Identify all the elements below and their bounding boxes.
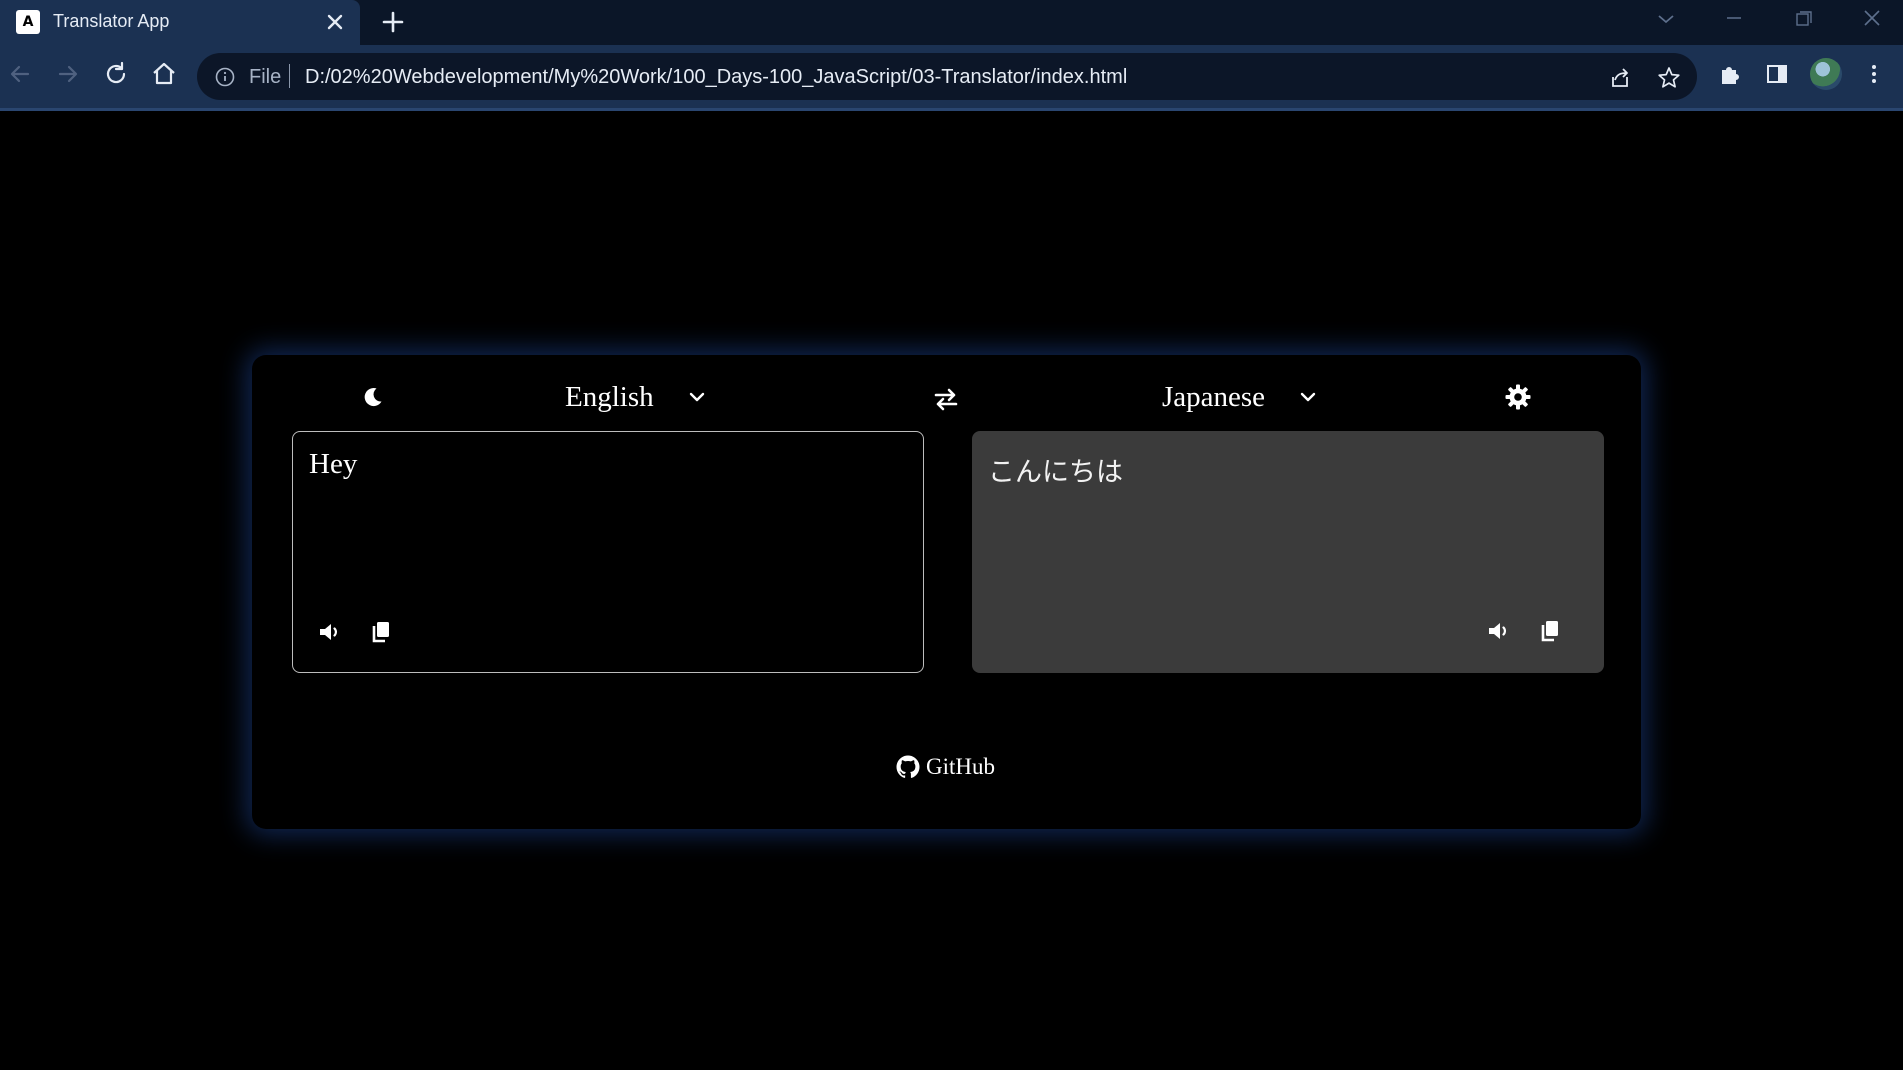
- copy-source-button[interactable]: [366, 617, 396, 647]
- minimize-icon[interactable]: [1714, 4, 1754, 34]
- source-text[interactable]: Hey: [309, 448, 357, 481]
- to-language-select[interactable]: Japanese: [1162, 379, 1317, 415]
- chevron-down-icon: [689, 392, 704, 402]
- copy-icon: [372, 622, 389, 643]
- translator-card: English Japanese Hey こんにちは GitHub: [252, 355, 1641, 829]
- url-scheme-label: File: [249, 66, 282, 88]
- from-language-label: English: [565, 380, 654, 413]
- extensions-icon[interactable]: [1716, 60, 1744, 88]
- swap-languages-button[interactable]: [926, 379, 966, 419]
- url-text[interactable]: D:/02%20Webdevelopment/My%20Work/100_Day…: [305, 66, 1127, 89]
- browser-menu-icon[interactable]: [1860, 60, 1888, 88]
- browser-tab[interactable]: A Translator App: [0, 0, 360, 45]
- forward-icon[interactable]: [52, 58, 84, 90]
- swap-arrows-icon: [934, 388, 958, 411]
- copy-icon: [1541, 621, 1558, 642]
- tab-strip: A Translator App: [0, 0, 1903, 45]
- address-bar[interactable]: File D:/02%20Webdevelopment/My%20Work/10…: [197, 53, 1697, 100]
- source-text-area[interactable]: Hey: [292, 431, 924, 673]
- omnibox-divider: [289, 64, 290, 88]
- close-window-icon[interactable]: [1852, 4, 1892, 34]
- favicon-icon: A: [16, 10, 40, 34]
- speaker-icon: [320, 624, 337, 640]
- speaker-icon: [1489, 623, 1506, 639]
- chevron-down-icon: [1300, 392, 1316, 402]
- from-language-select[interactable]: English: [565, 379, 706, 415]
- side-panel-icon[interactable]: [1763, 60, 1791, 88]
- translation-text-area[interactable]: こんにちは: [972, 431, 1604, 673]
- new-tab-icon[interactable]: [378, 7, 408, 37]
- close-tab-icon[interactable]: [322, 9, 348, 35]
- tab-search-icon[interactable]: [1646, 4, 1686, 34]
- tab-title: Translator App: [53, 11, 170, 31]
- home-icon[interactable]: [148, 58, 180, 90]
- theme-toggle-button[interactable]: [356, 380, 390, 414]
- bookmark-star-icon[interactable]: [1656, 65, 1682, 91]
- translator-controls: English Japanese: [252, 355, 1641, 435]
- to-language-label: Japanese: [1162, 380, 1266, 413]
- page: English Japanese Hey こんにちは GitHub: [0, 111, 1903, 1070]
- settings-button[interactable]: [1501, 380, 1535, 414]
- moon-icon: [364, 388, 382, 407]
- share-icon[interactable]: [1607, 65, 1633, 91]
- speak-translation-button[interactable]: [1484, 616, 1514, 646]
- back-icon[interactable]: [4, 58, 36, 90]
- gear-icon: [1505, 384, 1531, 410]
- copy-translation-button[interactable]: [1535, 616, 1565, 646]
- reload-icon[interactable]: [100, 58, 132, 90]
- browser-chrome: A Translator App File D:/02%20Webdevelop…: [0, 0, 1903, 111]
- github-link-label: GitHub: [926, 754, 995, 779]
- browser-toolbar: File D:/02%20Webdevelopment/My%20Work/10…: [0, 45, 1903, 110]
- profile-avatar[interactable]: [1810, 58, 1842, 90]
- github-link[interactable]: GitHub: [896, 752, 995, 782]
- speak-source-button[interactable]: [315, 617, 345, 647]
- translated-text[interactable]: こんにちは: [988, 450, 1123, 489]
- github-icon: [896, 755, 920, 778]
- site-info-icon[interactable]: [214, 66, 236, 88]
- restore-icon[interactable]: [1783, 4, 1823, 34]
